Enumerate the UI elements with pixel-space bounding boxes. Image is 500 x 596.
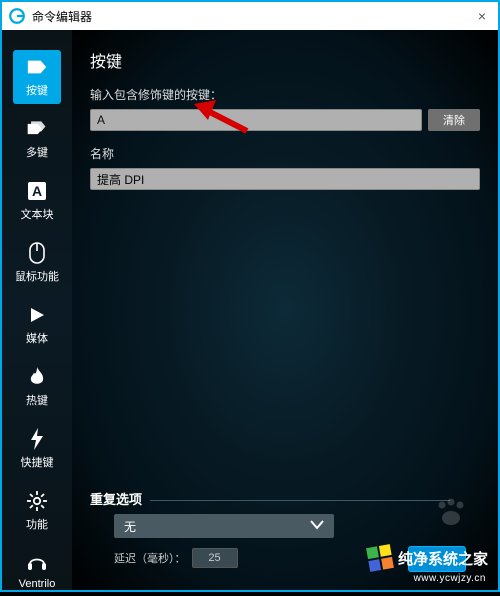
text-block-icon: A bbox=[26, 180, 48, 202]
name-input[interactable] bbox=[90, 168, 480, 190]
sidebar-item-multikey[interactable]: 多键 bbox=[13, 112, 61, 166]
key-input-field: 输入包含修饰键的按键： 清除 bbox=[90, 86, 480, 131]
sidebar-item-label: 功能 bbox=[26, 516, 48, 532]
title-bar: 命令编辑器 × bbox=[2, 2, 498, 30]
divider bbox=[150, 500, 450, 501]
repeat-section: 重复选项 无 延迟（毫秒）： bbox=[90, 489, 480, 578]
sidebar-item-keystroke[interactable]: 按键 bbox=[13, 50, 61, 104]
sidebar-item-hotkey[interactable]: 热键 bbox=[13, 360, 61, 414]
lightning-icon bbox=[26, 428, 48, 450]
sidebar-item-label: 热键 bbox=[26, 392, 48, 408]
sidebar-item-label: 多键 bbox=[26, 144, 48, 160]
watermark-url: www.ycwjzy.cn bbox=[414, 573, 486, 584]
app-window: 命令编辑器 × 按键 多键 A 文本块 bbox=[0, 0, 500, 592]
sidebar-item-label: 快捷键 bbox=[21, 454, 54, 470]
repeat-title: 重复选项 bbox=[90, 489, 480, 508]
sidebar-item-media[interactable]: 媒体 bbox=[13, 298, 61, 352]
gear-icon bbox=[26, 490, 48, 512]
key-input[interactable] bbox=[90, 109, 422, 131]
clear-button[interactable]: 清除 bbox=[428, 109, 480, 131]
sidebar-item-label: 鼠标功能 bbox=[15, 268, 59, 284]
headset-icon bbox=[26, 552, 48, 574]
panel-heading: 按键 bbox=[90, 48, 480, 72]
sidebar-item-label: 按键 bbox=[26, 82, 48, 98]
repeat-mode-select[interactable]: 无 bbox=[114, 514, 334, 538]
sidebar-item-label: 媒体 bbox=[26, 330, 48, 346]
category-sidebar: 按键 多键 A 文本块 鼠标功能 bbox=[2, 30, 72, 590]
tags-icon bbox=[26, 118, 48, 140]
sidebar-item-ventrilo[interactable]: Ventrilo bbox=[13, 546, 61, 596]
flame-icon bbox=[26, 366, 48, 388]
key-input-label: 输入包含修饰键的按键： bbox=[90, 86, 480, 103]
delay-input[interactable] bbox=[192, 548, 238, 568]
mouse-icon bbox=[26, 242, 48, 264]
repeat-mode-value: 无 bbox=[124, 518, 136, 535]
close-button[interactable]: × bbox=[472, 8, 492, 24]
name-field: 名称 bbox=[90, 145, 480, 190]
ok-button[interactable] bbox=[408, 546, 466, 572]
tag-icon bbox=[26, 56, 48, 78]
play-icon bbox=[26, 304, 48, 326]
window-title: 命令编辑器 bbox=[32, 8, 92, 25]
svg-text:A: A bbox=[32, 183, 42, 199]
sidebar-item-label: 文本块 bbox=[21, 206, 54, 222]
sidebar-item-shortcut[interactable]: 快捷键 bbox=[13, 422, 61, 476]
sidebar-item-textblock[interactable]: A 文本块 bbox=[13, 174, 61, 228]
logitech-g-logo-icon bbox=[8, 7, 26, 25]
repeat-title-text: 重复选项 bbox=[90, 492, 142, 507]
content-panel: 按键 输入包含修饰键的按键： 清除 名称 bbox=[72, 30, 498, 590]
sidebar-item-function[interactable]: 功能 bbox=[13, 484, 61, 538]
chevron-down-icon bbox=[310, 519, 324, 533]
main-area: 按键 多键 A 文本块 鼠标功能 bbox=[2, 30, 498, 590]
sidebar-item-label: Ventrilo bbox=[19, 578, 56, 590]
paw-watermark-icon bbox=[434, 497, 468, 532]
name-label: 名称 bbox=[90, 145, 480, 162]
sidebar-item-mouse[interactable]: 鼠标功能 bbox=[13, 236, 61, 290]
delay-label: 延迟（毫秒）： bbox=[114, 550, 186, 566]
